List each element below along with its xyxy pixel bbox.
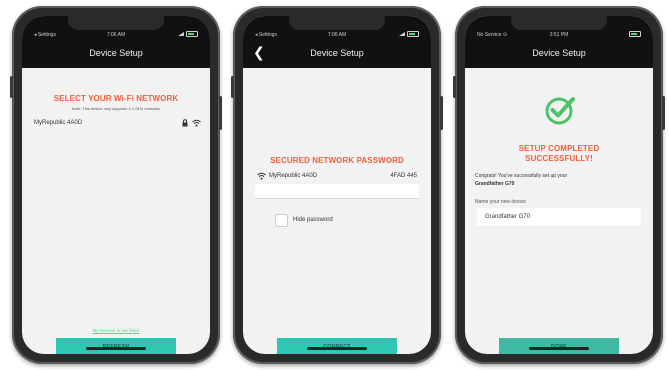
name-device-label: Name your new device	[475, 199, 526, 205]
battery-icon	[407, 31, 419, 37]
refresh-button[interactable]: REFRESH	[56, 338, 176, 354]
password-heading: SECURED NETWORK PASSWORD	[270, 156, 404, 165]
signal-icon	[178, 32, 184, 36]
device-name-input[interactable]: Grandfather G70	[477, 208, 641, 226]
phone-frame-2: ◂ Settings 7:06 AM ❮ Device Setup SECURE…	[231, 6, 443, 364]
setup-complete-heading-line1: SETUP COMPLETED	[518, 144, 600, 153]
notch	[68, 16, 164, 30]
status-icons	[629, 31, 641, 37]
page-title: Device Setup	[532, 48, 586, 58]
hide-password-checkbox[interactable]	[275, 214, 288, 227]
notch	[511, 16, 607, 30]
wifi-icon	[257, 172, 266, 180]
hide-password-label: Hide password	[293, 217, 333, 223]
done-button[interactable]: DONE	[499, 338, 619, 354]
volume-button	[453, 76, 456, 98]
volume-button	[231, 76, 234, 98]
network-name: MyRepublic 4A0D	[34, 120, 83, 126]
volume-button	[10, 76, 13, 98]
battery-icon	[186, 31, 198, 37]
power-button	[219, 96, 222, 130]
select-network-heading: SELECT YOUR Wi-Fi NETWORK	[53, 94, 179, 103]
status-icons	[399, 31, 419, 37]
page-title: Device Setup	[310, 48, 364, 58]
power-button	[662, 96, 665, 130]
signal-icon	[399, 32, 405, 36]
network-extra: 4FAD 445	[390, 173, 417, 179]
battery-icon	[629, 31, 641, 37]
lock-icon	[182, 119, 188, 127]
phone-frame-1: ◂ Settings 7:06 AM Device Setup SELECT Y…	[10, 6, 222, 364]
phone-frame-3: No Service ⊙ 3:51 PM Device Setup SETUP …	[453, 6, 665, 364]
power-button	[440, 96, 443, 130]
notch	[289, 16, 385, 30]
wifi-icon	[192, 119, 201, 127]
password-input[interactable]	[255, 184, 419, 199]
home-indicator	[307, 347, 367, 350]
check-circle-icon	[545, 97, 575, 125]
status-bar: ◂ Settings 7:06 AM	[243, 31, 431, 41]
status-bar: No Service ⊙ 3:51 PM	[465, 31, 653, 41]
home-indicator	[529, 347, 589, 350]
home-indicator	[86, 347, 146, 350]
status-time: 3:51 PM	[549, 32, 569, 38]
status-icons	[178, 31, 198, 37]
network-note: Note: This device only supports 2.4 GHz …	[71, 106, 161, 111]
connect-button[interactable]: CONNECT	[277, 338, 397, 354]
setup-complete-heading-line2: SUCCESSFULLY!	[525, 154, 593, 163]
screen-select-network: ◂ Settings 7:06 AM Device Setup SELECT Y…	[22, 16, 210, 354]
page-title: Device Setup	[89, 48, 143, 58]
network-list-item[interactable]: MyRepublic 4A0D	[22, 116, 210, 130]
screen-setup-complete: No Service ⊙ 3:51 PM Device Setup SETUP …	[465, 16, 653, 354]
selected-network-row: MyRepublic 4A0D 4FAD 445	[243, 170, 431, 182]
device-model: Grandfather G70	[475, 181, 515, 187]
screen-network-password: ◂ Settings 7:06 AM ❮ Device Setup SECURE…	[243, 16, 431, 354]
network-not-listed-link[interactable]: My network is not listed	[22, 328, 210, 333]
status-bar: ◂ Settings 7:06 AM	[22, 31, 210, 41]
congrats-message: Congrats! You've successfully set up you…	[475, 173, 568, 179]
network-name: MyRepublic 4A0D	[269, 173, 318, 179]
